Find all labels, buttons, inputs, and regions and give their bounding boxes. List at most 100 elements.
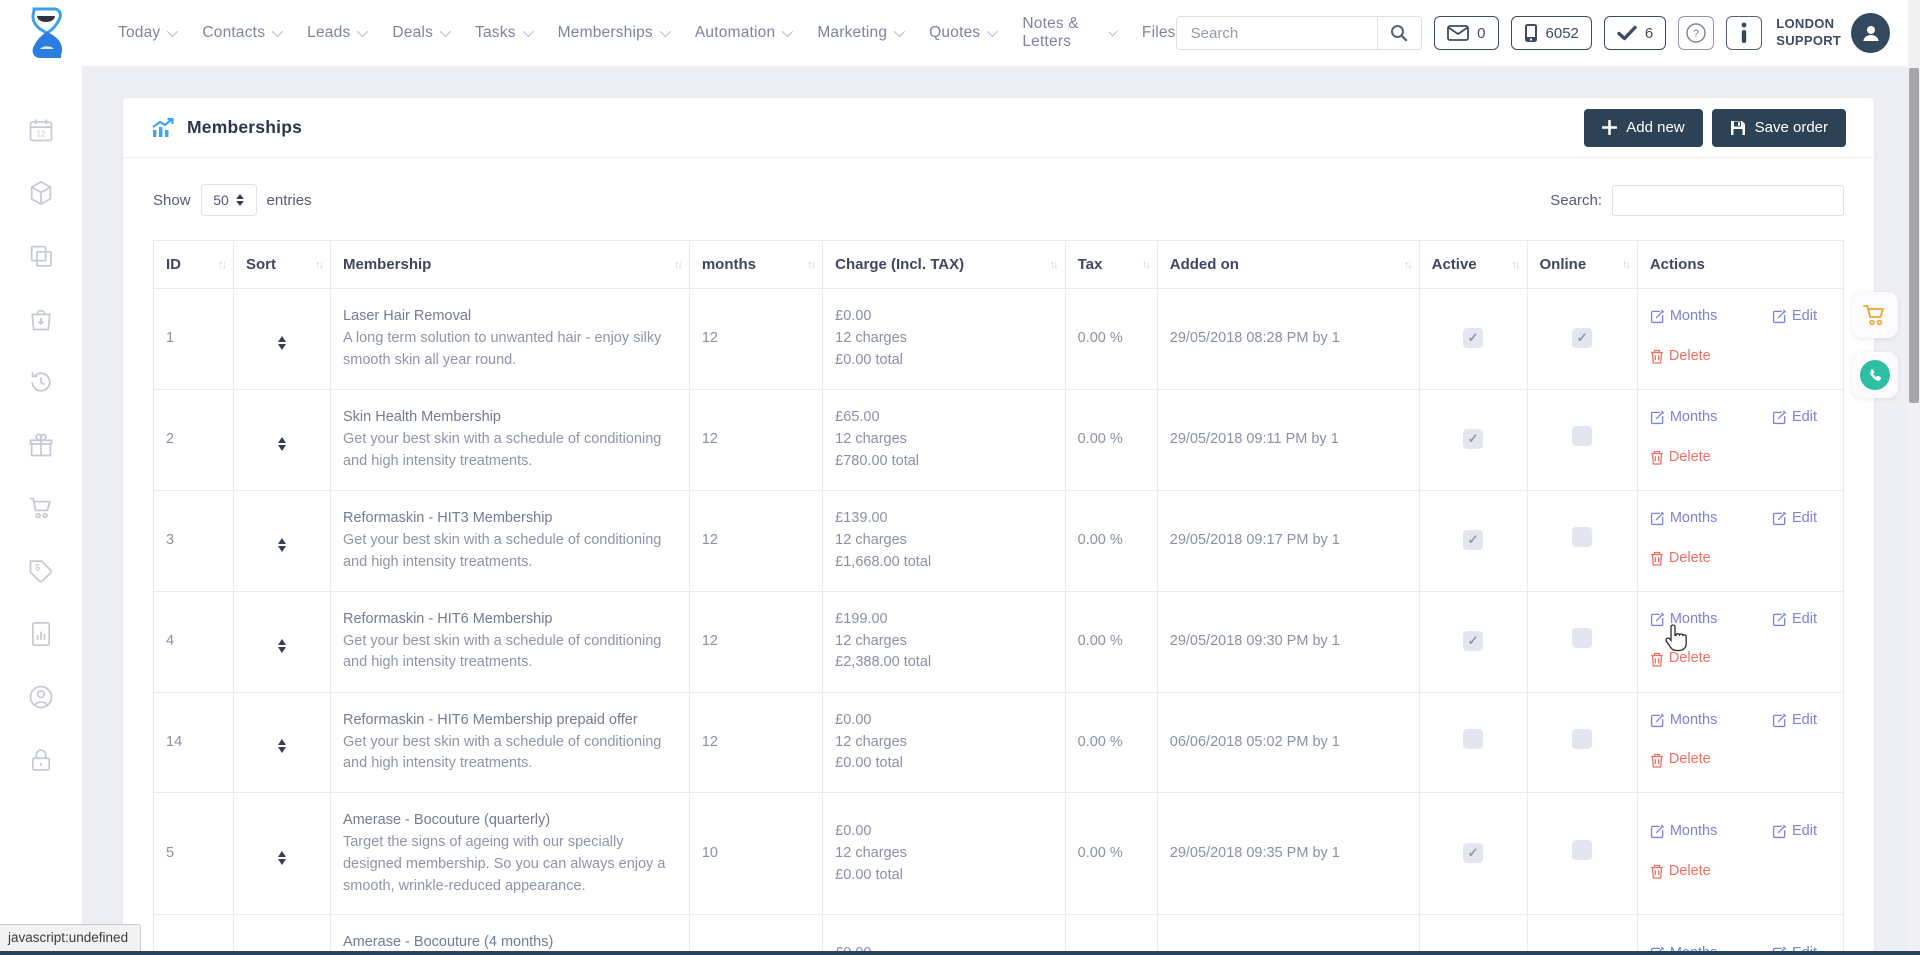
- delete-link[interactable]: Delete: [1650, 749, 1711, 771]
- package-icon[interactable]: [27, 179, 55, 207]
- delete-link[interactable]: Delete: [1650, 861, 1711, 883]
- floating-phone-button[interactable]: [1852, 352, 1898, 398]
- online-checkbox[interactable]: [1572, 328, 1592, 348]
- cell-added-on: 29/05/2018 09:30 PM by 1: [1157, 591, 1419, 692]
- delete-link[interactable]: Delete: [1650, 346, 1711, 368]
- edit-link[interactable]: Edit: [1772, 821, 1817, 843]
- delete-link[interactable]: Delete: [1650, 548, 1711, 570]
- nav-item-today[interactable]: Today: [118, 24, 175, 42]
- active-checkbox[interactable]: [1463, 530, 1483, 550]
- shopping-bag-icon[interactable]: [27, 305, 55, 333]
- membership-description: Get your best skin with a schedule of co…: [343, 732, 677, 776]
- edit-link[interactable]: Edit: [1772, 609, 1817, 631]
- column-header-sort[interactable]: Sort↑↓: [234, 241, 331, 289]
- info-button[interactable]: [1726, 16, 1762, 50]
- months-link[interactable]: Months: [1650, 821, 1718, 843]
- nav-item-label: Contacts: [202, 24, 265, 42]
- edit-icon: [1650, 309, 1665, 324]
- nav-item-contacts[interactable]: Contacts: [202, 24, 280, 42]
- column-header-months[interactable]: months↑↓: [689, 241, 822, 289]
- search-button[interactable]: [1377, 17, 1422, 49]
- page-scrollbar[interactable]: [1908, 0, 1920, 955]
- column-header-membership[interactable]: Membership↑↓: [330, 241, 689, 289]
- cart-icon[interactable]: [27, 494, 55, 522]
- cell-online: [1527, 793, 1637, 915]
- active-checkbox[interactable]: [1463, 843, 1483, 863]
- table-search-input[interactable]: [1612, 185, 1844, 216]
- lock-icon[interactable]: [27, 746, 55, 774]
- cell-id: 5: [154, 793, 234, 915]
- edit-link[interactable]: Edit: [1772, 710, 1817, 732]
- nav-item-marketing[interactable]: Marketing: [817, 24, 902, 42]
- column-header-active[interactable]: Active↑↓: [1419, 241, 1527, 289]
- scrollbar-thumb[interactable]: [1909, 68, 1919, 403]
- active-checkbox[interactable]: [1463, 631, 1483, 651]
- cell-charge: £139.00 12 charges £1,668.00 total: [823, 490, 1065, 591]
- drag-handle-icon[interactable]: [278, 538, 286, 552]
- months-link[interactable]: Months: [1650, 508, 1718, 530]
- delete-link[interactable]: Delete: [1650, 648, 1711, 670]
- online-checkbox[interactable]: [1572, 628, 1592, 648]
- nav-item-quotes[interactable]: Quotes: [929, 24, 995, 42]
- nav-item-automation[interactable]: Automation: [695, 24, 790, 42]
- report-icon[interactable]: [27, 620, 55, 648]
- edit-link[interactable]: Edit: [1772, 407, 1817, 429]
- nav-item-tasks[interactable]: Tasks: [475, 24, 531, 42]
- add-new-button[interactable]: Add new: [1584, 109, 1702, 147]
- drag-handle-icon[interactable]: [278, 851, 286, 865]
- nav-item-memberships[interactable]: Memberships: [558, 24, 668, 42]
- drag-handle-icon[interactable]: [278, 739, 286, 753]
- price-tag-icon[interactable]: $: [27, 557, 55, 585]
- online-checkbox[interactable]: [1572, 426, 1592, 446]
- months-link[interactable]: Months: [1650, 710, 1718, 732]
- page-size-select[interactable]: 50: [201, 184, 257, 216]
- online-checkbox[interactable]: [1572, 729, 1592, 749]
- months-link[interactable]: Months: [1650, 609, 1718, 631]
- save-order-button[interactable]: Save order: [1712, 109, 1846, 147]
- phone-badge[interactable]: 6052: [1511, 16, 1592, 50]
- nav-item-files[interactable]: Files: [1142, 24, 1176, 42]
- nav-item-notes-letters[interactable]: Notes & Letters: [1022, 15, 1115, 51]
- online-checkbox[interactable]: [1572, 527, 1592, 547]
- mail-badge[interactable]: 0: [1434, 16, 1498, 50]
- nav-item-deals[interactable]: Deals: [392, 24, 448, 42]
- drag-handle-icon[interactable]: [278, 336, 286, 350]
- active-checkbox[interactable]: [1463, 729, 1483, 749]
- sort-arrows-icon: ↑↓: [807, 259, 814, 271]
- edit-link[interactable]: Edit: [1772, 508, 1817, 530]
- help-button[interactable]: ?: [1678, 16, 1714, 50]
- column-header-tax[interactable]: Tax↑↓: [1065, 241, 1157, 289]
- gift-icon[interactable]: [27, 431, 55, 459]
- months-link[interactable]: Months: [1650, 407, 1718, 429]
- column-header-id[interactable]: ID↑↓: [154, 241, 234, 289]
- global-search-input[interactable]: [1177, 17, 1377, 49]
- tasks-badge[interactable]: 6: [1604, 16, 1666, 50]
- chevron-down-icon: [1108, 27, 1118, 37]
- floating-cart-button[interactable]: [1852, 292, 1898, 338]
- app-logo-hourglass-icon[interactable]: [24, 7, 70, 59]
- nav-item-label: Memberships: [558, 24, 653, 42]
- cell-active: [1419, 692, 1527, 793]
- check-icon: [1617, 25, 1637, 41]
- show-label: Show: [153, 192, 191, 209]
- membership-name: Reformaskin - HIT3 Membership: [343, 508, 677, 530]
- history-icon[interactable]: [27, 368, 55, 396]
- nav-item-leads[interactable]: Leads: [307, 24, 365, 42]
- calendar-icon[interactable]: 12: [27, 116, 55, 144]
- months-link[interactable]: Months: [1650, 306, 1718, 328]
- window-bottom-edge: [0, 951, 1920, 955]
- edit-link[interactable]: Edit: [1772, 306, 1817, 328]
- active-checkbox[interactable]: [1463, 328, 1483, 348]
- cell-sort: [234, 289, 331, 390]
- delete-link[interactable]: Delete: [1650, 447, 1711, 469]
- user-circle-icon[interactable]: [27, 683, 55, 711]
- user-avatar[interactable]: [1851, 13, 1890, 53]
- column-header-added-on[interactable]: Added on↑↓: [1157, 241, 1419, 289]
- online-checkbox[interactable]: [1572, 840, 1592, 860]
- drag-handle-icon[interactable]: [278, 639, 286, 653]
- column-header-online[interactable]: Online↑↓: [1527, 241, 1637, 289]
- active-checkbox[interactable]: [1463, 429, 1483, 449]
- column-header-charge-incl-tax-[interactable]: Charge (Incl. TAX)↑↓: [823, 241, 1065, 289]
- copy-icon[interactable]: [27, 242, 55, 270]
- drag-handle-icon[interactable]: [278, 437, 286, 451]
